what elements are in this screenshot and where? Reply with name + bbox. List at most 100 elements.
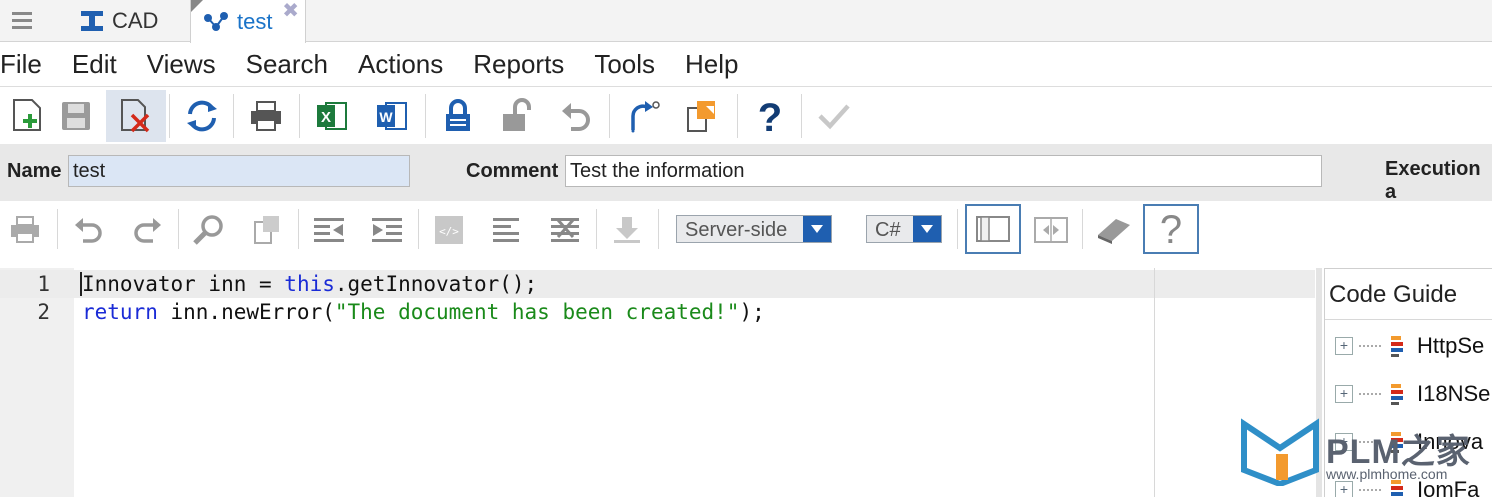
tree-item-label: HttpSe (1417, 333, 1485, 358)
download-button[interactable] (602, 207, 652, 253)
name-field[interactable]: test (68, 155, 410, 187)
editor-help-button[interactable]: ? (1143, 204, 1199, 254)
location-select-value: Server-side (685, 219, 788, 241)
clear-format-icon (551, 218, 579, 242)
menu-edit[interactable]: Edit (72, 49, 117, 80)
code-guide-title: Code Guide (1329, 281, 1458, 308)
menu-file[interactable]: File (0, 49, 42, 80)
indent-button[interactable] (362, 207, 412, 253)
export-excel-button[interactable]: X (304, 90, 360, 142)
outdent-button[interactable] (304, 207, 354, 253)
separator (57, 209, 58, 249)
expand-icon[interactable]: + (1335, 337, 1353, 355)
separator (298, 209, 299, 249)
help-button[interactable]: ? (742, 90, 798, 142)
menu-tools[interactable]: Tools (594, 49, 655, 80)
tree-item[interactable]: + I18NSe (1335, 379, 1490, 409)
docs-button[interactable] (1088, 207, 1138, 253)
svg-text:X: X (321, 109, 331, 126)
code-editor[interactable]: 1 Innovator inn = this.getInnovator(); 2… (0, 268, 1315, 497)
undo-button[interactable] (548, 90, 604, 142)
word-icon: W (377, 102, 407, 130)
excel-icon: X (317, 102, 347, 130)
column-ruler (1154, 268, 1155, 497)
separator (178, 209, 179, 249)
clear-format-button[interactable] (540, 207, 590, 253)
code-line[interactable]: 1 Innovator inn = this.getInnovator(); (0, 270, 1315, 298)
refresh-icon (187, 100, 217, 132)
location-select[interactable]: Server-side (676, 215, 832, 243)
menu-actions[interactable]: Actions (358, 49, 443, 80)
menu-reports[interactable]: Reports (473, 49, 564, 80)
menu-views[interactable]: Views (147, 49, 216, 80)
printer-icon (251, 101, 281, 131)
copy-button[interactable] (674, 90, 730, 142)
comment-label: Comment (466, 160, 559, 182)
tab-bar: CAD test ✖ (0, 0, 1492, 43)
name-label: Name (7, 160, 62, 182)
separator (299, 94, 300, 138)
promote-button[interactable] (614, 90, 670, 142)
expand-icon[interactable]: + (1335, 385, 1353, 403)
toggle-panel-button[interactable] (965, 204, 1021, 254)
format-button[interactable] (482, 207, 532, 253)
outdent-icon (314, 218, 344, 242)
svg-text:</>: </> (439, 225, 459, 238)
separator (801, 94, 802, 138)
separator (169, 94, 170, 138)
editor-print-button[interactable] (0, 207, 50, 253)
redo-icon (134, 218, 161, 243)
editor-undo-button[interactable] (64, 207, 114, 253)
menu-search[interactable]: Search (246, 49, 328, 80)
line-number: 2 (37, 300, 50, 324)
class-icon (1387, 334, 1407, 358)
tree-connector (1359, 393, 1381, 395)
tab-test[interactable]: test ✖ (190, 0, 306, 43)
discard-icon (121, 99, 150, 133)
discard-button[interactable] (106, 90, 166, 142)
download-icon (614, 217, 640, 243)
line-number: 1 (37, 272, 50, 296)
comment-field[interactable]: Test the information (565, 155, 1322, 187)
align-left-icon (493, 218, 519, 242)
code-line[interactable]: 2 return inn.newError("The document has … (0, 298, 1315, 326)
new-document-icon (13, 99, 41, 131)
svg-text:W: W (379, 109, 393, 125)
done-button[interactable] (806, 90, 862, 142)
save-button[interactable] (48, 90, 104, 142)
split-view-button[interactable] (1026, 207, 1076, 253)
chevron-down-icon (803, 216, 831, 242)
hamburger-menu-icon[interactable] (12, 12, 32, 30)
find-button[interactable] (184, 207, 234, 253)
tree-item-label: I18NSe (1417, 381, 1491, 406)
undo-icon (562, 103, 590, 131)
lock-button[interactable] (430, 90, 486, 142)
unlock-button[interactable] (488, 90, 544, 142)
refresh-button[interactable] (174, 90, 230, 142)
code-view-button[interactable]: </> (424, 207, 474, 253)
promote-icon (631, 101, 660, 133)
print-button[interactable] (238, 90, 294, 142)
svg-text:?: ? (758, 96, 782, 136)
editor-redo-button[interactable] (122, 207, 172, 253)
language-select-value: C# (875, 219, 901, 241)
menu-help[interactable]: Help (685, 49, 738, 80)
separator (737, 94, 738, 138)
tab-label: CAD (112, 8, 159, 33)
tree-connector (1359, 345, 1381, 347)
book-icon (1098, 219, 1130, 244)
svg-text:?: ? (1160, 209, 1182, 249)
export-word-button[interactable]: W (364, 90, 420, 142)
language-select[interactable]: C# (866, 215, 942, 243)
paste-button[interactable] (242, 207, 292, 253)
divider (1325, 319, 1492, 320)
tab-cad[interactable]: CAD (70, 0, 188, 42)
separator (233, 94, 234, 138)
close-icon[interactable]: ✖ (282, 0, 299, 23)
tree-item[interactable]: + HttpSe (1335, 331, 1484, 361)
menu-bar: File Edit Views Search Actions Reports T… (0, 43, 1492, 87)
search-icon (193, 215, 223, 245)
separator (658, 209, 659, 249)
sidebar-panel-icon (976, 216, 1010, 242)
indent-icon (372, 218, 402, 242)
